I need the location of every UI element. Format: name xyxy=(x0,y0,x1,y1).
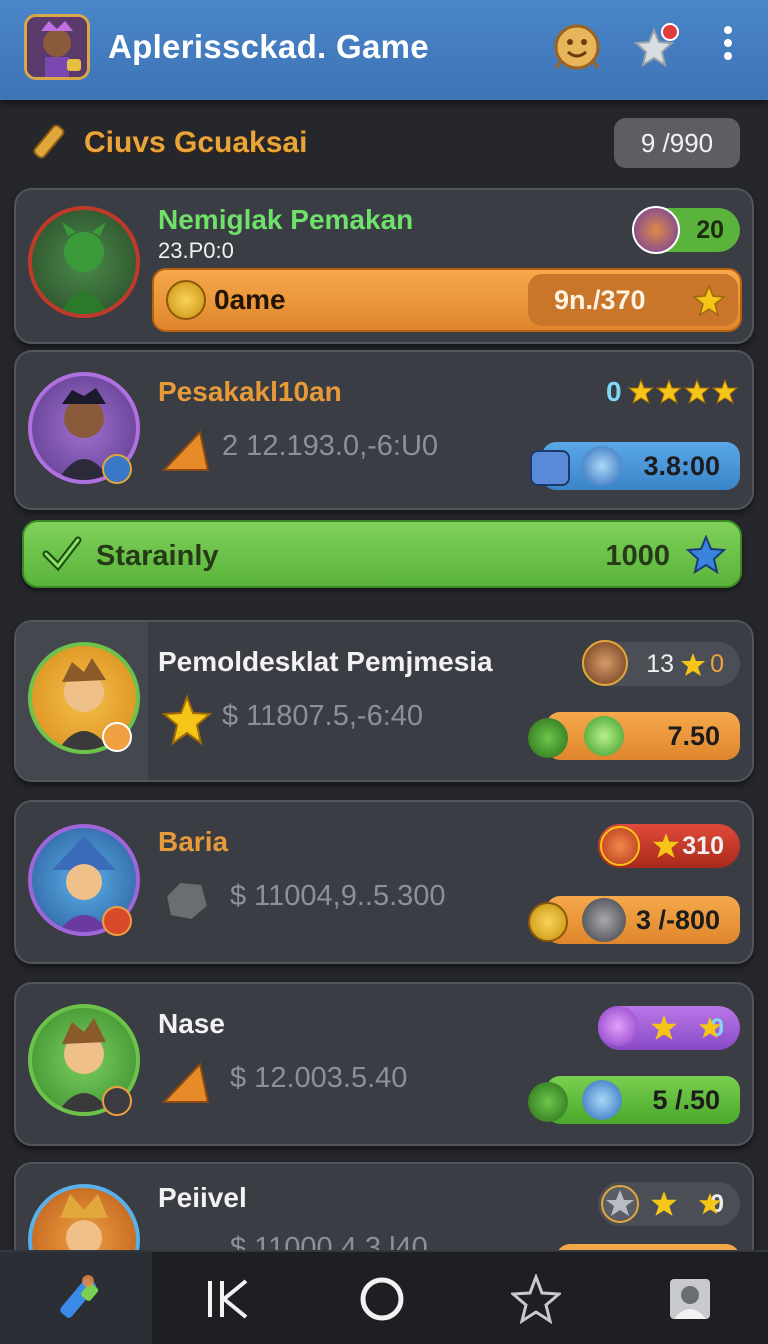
player-card[interactable]: Nemiglak Pemakan 23.P0:0 20 0ame 9n./370 xyxy=(14,188,754,344)
price: $ 11004,9..5.300 xyxy=(230,880,446,912)
player-card[interactable]: Baria 310 $ 11004,9..5.300 3 /-800 xyxy=(14,800,754,964)
silver-star-icon xyxy=(601,1185,639,1223)
player-card[interactable]: Pesakakl10an 0 2 12.193.0,-6:U0 3.8:00 xyxy=(14,350,754,510)
nav-item-star[interactable] xyxy=(460,1252,612,1344)
scroll-icon xyxy=(530,450,570,486)
wand-icon xyxy=(60,1275,99,1318)
app-bar: Aplerissckad. Game xyxy=(0,0,768,100)
coin-icon xyxy=(528,902,568,942)
rock-icon xyxy=(164,880,210,922)
potion-icon xyxy=(598,1006,638,1046)
value-pill[interactable]: 3.8:00 xyxy=(542,442,740,490)
player-name: Peiivel xyxy=(158,1182,247,1213)
profile-icon xyxy=(670,1279,710,1319)
nav-item-k[interactable] xyxy=(152,1252,304,1344)
star-icon xyxy=(681,653,705,676)
dagger-badge-icon xyxy=(102,1086,132,1116)
app-logo[interactable] xyxy=(24,14,90,80)
value-pill[interactable]: 3 /-800 xyxy=(546,896,740,944)
check-icon xyxy=(42,536,82,572)
cheese-icon xyxy=(161,1061,210,1103)
player-card[interactable]: Pemoldesklat Pemjmesia 13 0 $ 11807.5,-6… xyxy=(14,620,754,782)
value-pill[interactable]: 5 /.50 xyxy=(546,1076,740,1124)
circle-icon xyxy=(360,1277,404,1321)
star-icon xyxy=(511,1274,561,1324)
star-icon xyxy=(653,833,679,858)
star-icon xyxy=(651,1015,677,1040)
player-name: Nase xyxy=(158,1008,225,1039)
banner-value: 1000 xyxy=(605,540,670,572)
gold-star-icon xyxy=(161,694,213,746)
kebab-icon[interactable] xyxy=(716,22,740,72)
bottom-nav xyxy=(0,1250,768,1344)
no-sign-badge-icon xyxy=(102,906,132,936)
blue-star-icon xyxy=(686,535,726,575)
nav-item-profile[interactable] xyxy=(614,1252,766,1344)
avatar xyxy=(28,206,140,318)
player-name: Baria xyxy=(158,826,229,857)
cheese-icon xyxy=(161,429,210,471)
player-card[interactable]: Nase 0 $ 12.003.5.40 5 /.50 xyxy=(14,982,754,1146)
player-subtitle: 23.P0:0 xyxy=(158,238,234,263)
dollar-badge-icon xyxy=(102,722,132,752)
rating-stars-icon xyxy=(627,379,738,405)
price: $ 12.003.5.40 xyxy=(230,1062,408,1094)
section-title: Ciuvs Gcuaksai xyxy=(84,126,308,159)
price: $ 11807.5,-6:40 xyxy=(222,700,424,732)
star-icon xyxy=(698,1192,722,1215)
player-name: Nemiglak Pemakan xyxy=(158,204,414,235)
k-icon xyxy=(208,1279,248,1319)
star-icon xyxy=(692,284,726,317)
green-gem-icon xyxy=(584,716,624,756)
hero-badge-icon xyxy=(582,640,628,686)
blue-gem-icon xyxy=(582,446,622,486)
star-icon xyxy=(698,1016,722,1039)
gray-orb-icon xyxy=(582,898,626,942)
price: 2 12.193.0,-6:U0 xyxy=(222,430,439,462)
banner-label: Starainly xyxy=(96,540,219,572)
pencil-icon xyxy=(26,120,72,166)
hero-badge-icon xyxy=(632,206,680,254)
badge-star-icon[interactable] xyxy=(632,22,682,72)
check-badge-icon xyxy=(102,454,132,484)
player-name: Pesakakl10an xyxy=(158,376,342,407)
value-pill[interactable]: 7.50 xyxy=(546,712,740,760)
player-name: Pemoldesklat Pemjmesia xyxy=(158,646,493,677)
star-icon xyxy=(651,1191,677,1216)
status-banner[interactable]: Starainly 1000 xyxy=(22,520,742,588)
blue-gem-icon xyxy=(582,1080,622,1120)
rating: 0 xyxy=(606,376,738,408)
leaf-icon xyxy=(528,1082,568,1122)
cookie-icon[interactable] xyxy=(552,22,602,72)
nav-item-circle[interactable] xyxy=(306,1252,458,1344)
count-pill: 9 /990 xyxy=(614,118,740,168)
leaf-icon xyxy=(528,718,568,758)
dollar-icon xyxy=(600,826,640,866)
app-title: Aplerissckad. Game xyxy=(108,28,429,65)
coin-icon xyxy=(166,280,206,320)
nav-item-wand[interactable] xyxy=(0,1252,152,1344)
